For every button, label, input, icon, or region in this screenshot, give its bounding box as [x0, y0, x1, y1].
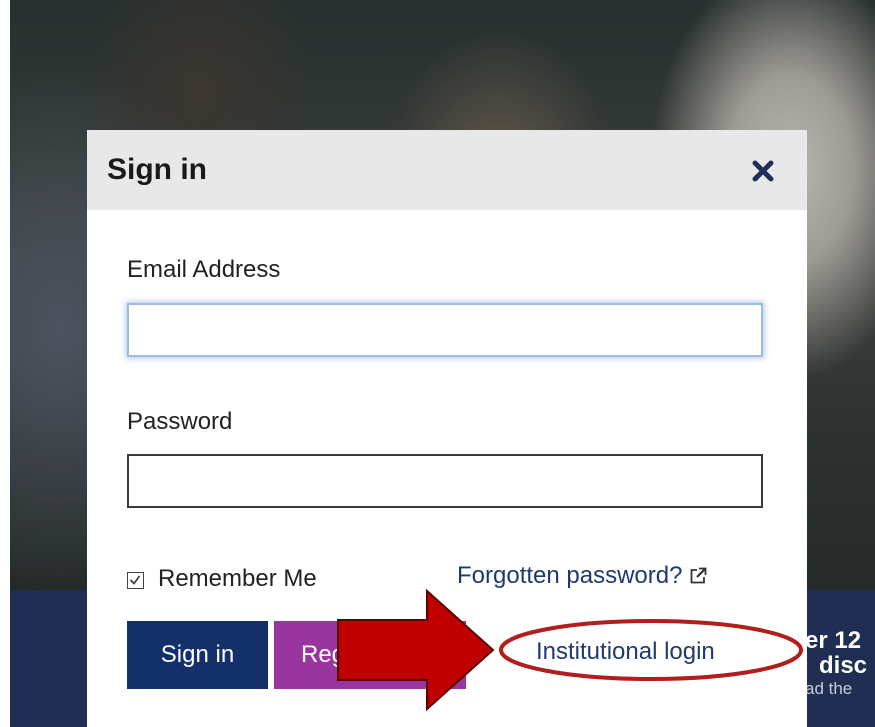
modal-header: Sign in [87, 130, 807, 210]
email-field[interactable] [127, 303, 763, 357]
teaser-line-2: disc [819, 652, 868, 679]
forgotten-password-label: Forgotten password? [457, 562, 683, 589]
teaser-line-3: ad the [805, 679, 853, 698]
remember-me-checkbox[interactable] [127, 571, 144, 589]
forgotten-password-link[interactable]: Forgotten password? [457, 562, 708, 590]
register-button[interactable]: Register [274, 621, 466, 689]
remember-me[interactable]: Remember Me [127, 564, 317, 594]
background-teaser-text: er 12 disc ad the [805, 628, 875, 700]
external-link-icon [691, 567, 707, 584]
close-icon[interactable] [752, 160, 774, 182]
email-label: Email Address [127, 256, 281, 283]
teaser-line-1: er 12 [805, 628, 862, 654]
checkmark-icon [129, 575, 141, 585]
sign-in-button[interactable]: Sign in [127, 621, 268, 689]
modal-title: Sign in [107, 153, 207, 186]
password-field[interactable] [127, 454, 763, 508]
remember-me-label: Remember Me [158, 565, 317, 592]
password-label: Password [127, 408, 233, 435]
sign-in-modal: Sign in Email Address Password Remember … [87, 130, 807, 727]
left-margin [0, 0, 10, 727]
institutional-login-link[interactable]: Institutional login [536, 638, 715, 666]
